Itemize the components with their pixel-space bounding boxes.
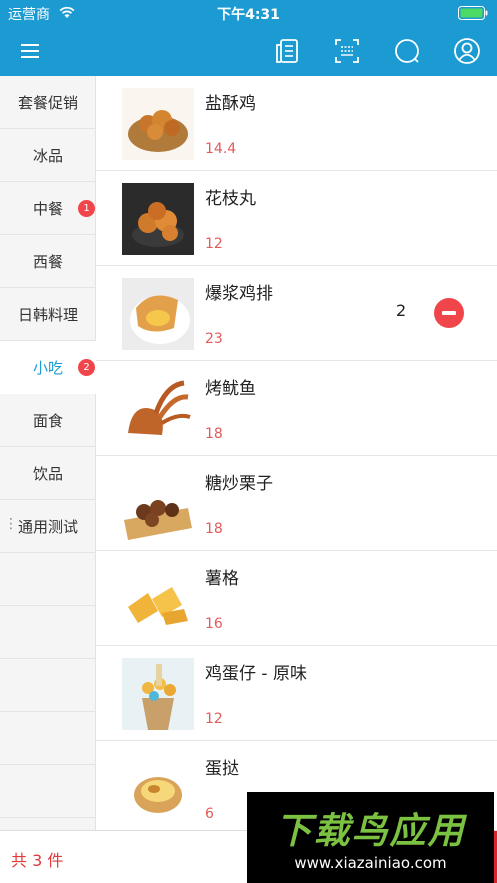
- order-list-button[interactable]: [272, 36, 302, 66]
- search-button[interactable]: [392, 36, 422, 66]
- product-image-egg-tart: [122, 753, 194, 825]
- category-label: 小吃: [32, 358, 63, 377]
- category-label: 西餐: [32, 252, 63, 271]
- product-item[interactable]: 花枝丸 12: [96, 171, 497, 266]
- category-item[interactable]: 西餐: [0, 235, 96, 288]
- product-name: 薯格: [205, 569, 239, 589]
- menu-icon: [21, 44, 39, 58]
- category-item[interactable]: 饮品: [0, 447, 96, 500]
- product-image-waffle-fries: [122, 563, 194, 635]
- category-item-active[interactable]: 小吃 2: [0, 341, 96, 394]
- product-name: 盐酥鸡: [205, 94, 256, 114]
- category-empty-slot: [0, 553, 96, 606]
- category-label: 面食: [32, 411, 63, 430]
- category-sidebar: 套餐促销 冰品 中餐 1 西餐 日韩料理 小吃 2 面食 饮品 ⋮ 通用测试: [0, 76, 96, 830]
- product-item[interactable]: 烤鱿鱼 18: [96, 361, 497, 456]
- category-count-badge: 2: [78, 359, 95, 376]
- category-empty-slot: [0, 659, 96, 712]
- menu-button[interactable]: [15, 36, 45, 66]
- category-label: 冰品: [32, 146, 63, 165]
- product-price: 12: [205, 236, 223, 252]
- product-item[interactable]: 鸡蛋仔 - 原味 12: [96, 646, 497, 741]
- product-name: 爆浆鸡排: [205, 284, 273, 304]
- product-image-squid-balls: [122, 183, 194, 255]
- product-item[interactable]: 糖炒栗子 18: [96, 456, 497, 551]
- cart-total-count: 共 3 件: [11, 851, 64, 870]
- clock: 下午4:31: [217, 7, 280, 23]
- category-empty-slot: [0, 765, 96, 818]
- category-item[interactable]: 中餐 1: [0, 182, 96, 235]
- order-list-icon: [276, 39, 298, 63]
- user-icon: [454, 38, 480, 64]
- status-bar: 运营商 下午4:31: [0, 0, 497, 26]
- scan-button[interactable]: [332, 36, 362, 66]
- product-price: 6: [205, 806, 214, 822]
- scan-icon: [335, 39, 359, 63]
- product-price: 18: [205, 521, 223, 537]
- product-item[interactable]: 盐酥鸡 14.4: [96, 76, 497, 171]
- decrease-quantity-button[interactable]: [434, 298, 464, 328]
- product-image-grilled-squid: [122, 373, 194, 445]
- category-item[interactable]: 日韩料理: [0, 288, 96, 341]
- category-item[interactable]: 套餐促销: [0, 76, 96, 129]
- category-label: 饮品: [32, 464, 63, 483]
- product-name: 烤鱿鱼: [205, 379, 256, 399]
- category-label: 通用测试: [17, 517, 78, 536]
- category-empty-slot: [0, 606, 96, 659]
- watermark-url: www.xiazainiao.com: [294, 854, 447, 872]
- product-name: 蛋挞: [205, 759, 239, 779]
- nav-bar: [0, 26, 497, 76]
- search-icon: [395, 39, 419, 63]
- user-button[interactable]: [452, 36, 482, 66]
- drag-handle-icon: ⋮: [4, 516, 18, 532]
- watermark-title: 下载鸟应用: [275, 811, 466, 852]
- product-image-fried-chicken: [122, 88, 194, 160]
- category-count-badge: 1: [78, 200, 95, 217]
- category-item[interactable]: 冰品: [0, 129, 96, 182]
- product-item[interactable]: 薯格 16: [96, 551, 497, 646]
- app-root: 运营商 下午4:31 套餐促销 冰品 中餐 1 西餐 日韩料理 小吃 2 面食 …: [0, 0, 497, 883]
- battery-icon: [458, 6, 488, 20]
- category-empty-slot: [0, 712, 96, 765]
- category-item[interactable]: ⋮ 通用测试: [0, 500, 96, 553]
- category-item[interactable]: 面食: [0, 394, 96, 447]
- product-price: 23: [205, 331, 223, 347]
- product-image-chicken-cutlet: [122, 278, 194, 350]
- product-image-egg-waffle: [122, 658, 194, 730]
- category-label: 套餐促销: [17, 93, 78, 112]
- category-label: 中餐: [32, 199, 63, 218]
- product-name: 花枝丸: [205, 189, 256, 209]
- product-price: 14.4: [205, 141, 237, 157]
- product-item[interactable]: 爆浆鸡排 23 2: [96, 266, 497, 361]
- product-image-chestnuts: [122, 468, 194, 540]
- product-name: 鸡蛋仔 - 原味: [205, 664, 307, 684]
- cart-quantity: 2: [396, 301, 407, 320]
- product-name: 糖炒栗子: [205, 474, 273, 494]
- product-price: 18: [205, 426, 223, 442]
- category-label: 日韩料理: [17, 305, 78, 324]
- watermark: 下载鸟应用 www.xiazainiao.com: [247, 792, 494, 883]
- product-price: 12: [205, 711, 223, 727]
- product-list: 盐酥鸡 14.4 花枝丸 12 爆浆鸡排 23 2 烤鱿鱼 18 糖炒栗子 18…: [96, 76, 497, 830]
- product-price: 16: [205, 616, 223, 632]
